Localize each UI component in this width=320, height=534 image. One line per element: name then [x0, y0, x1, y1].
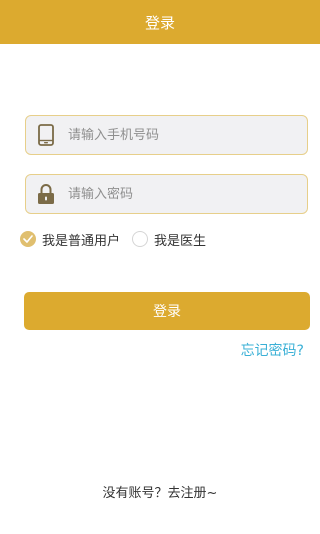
role-label-doctor: 我是医生: [154, 233, 207, 249]
radio-unchecked-icon[interactable]: [132, 231, 149, 247]
login-button-label: 登录: [153, 304, 181, 320]
phone-field[interactable]: [25, 115, 308, 155]
role-option-user[interactable]: 我是普通用户: [20, 230, 120, 249]
role-label-user: 我是普通用户: [42, 233, 121, 249]
app-header: 登录: [0, 0, 320, 44]
phone-icon: [28, 116, 64, 154]
role-option-doctor[interactable]: 我是医生: [132, 230, 206, 249]
radio-checked-icon[interactable]: [20, 231, 36, 247]
lock-icon: [28, 175, 64, 213]
password-input[interactable]: [66, 185, 290, 203]
register-link[interactable]: 没有账号？去注册~: [0, 482, 320, 501]
password-field[interactable]: [25, 174, 308, 214]
phone-input[interactable]: [66, 126, 290, 144]
page-title: 登录: [144, 13, 175, 32]
role-selector: 我是普通用户 我是医生: [20, 228, 218, 250]
forgot-password-link[interactable]: 忘记密码?: [241, 340, 304, 360]
login-button[interactable]: 登录: [24, 292, 310, 330]
